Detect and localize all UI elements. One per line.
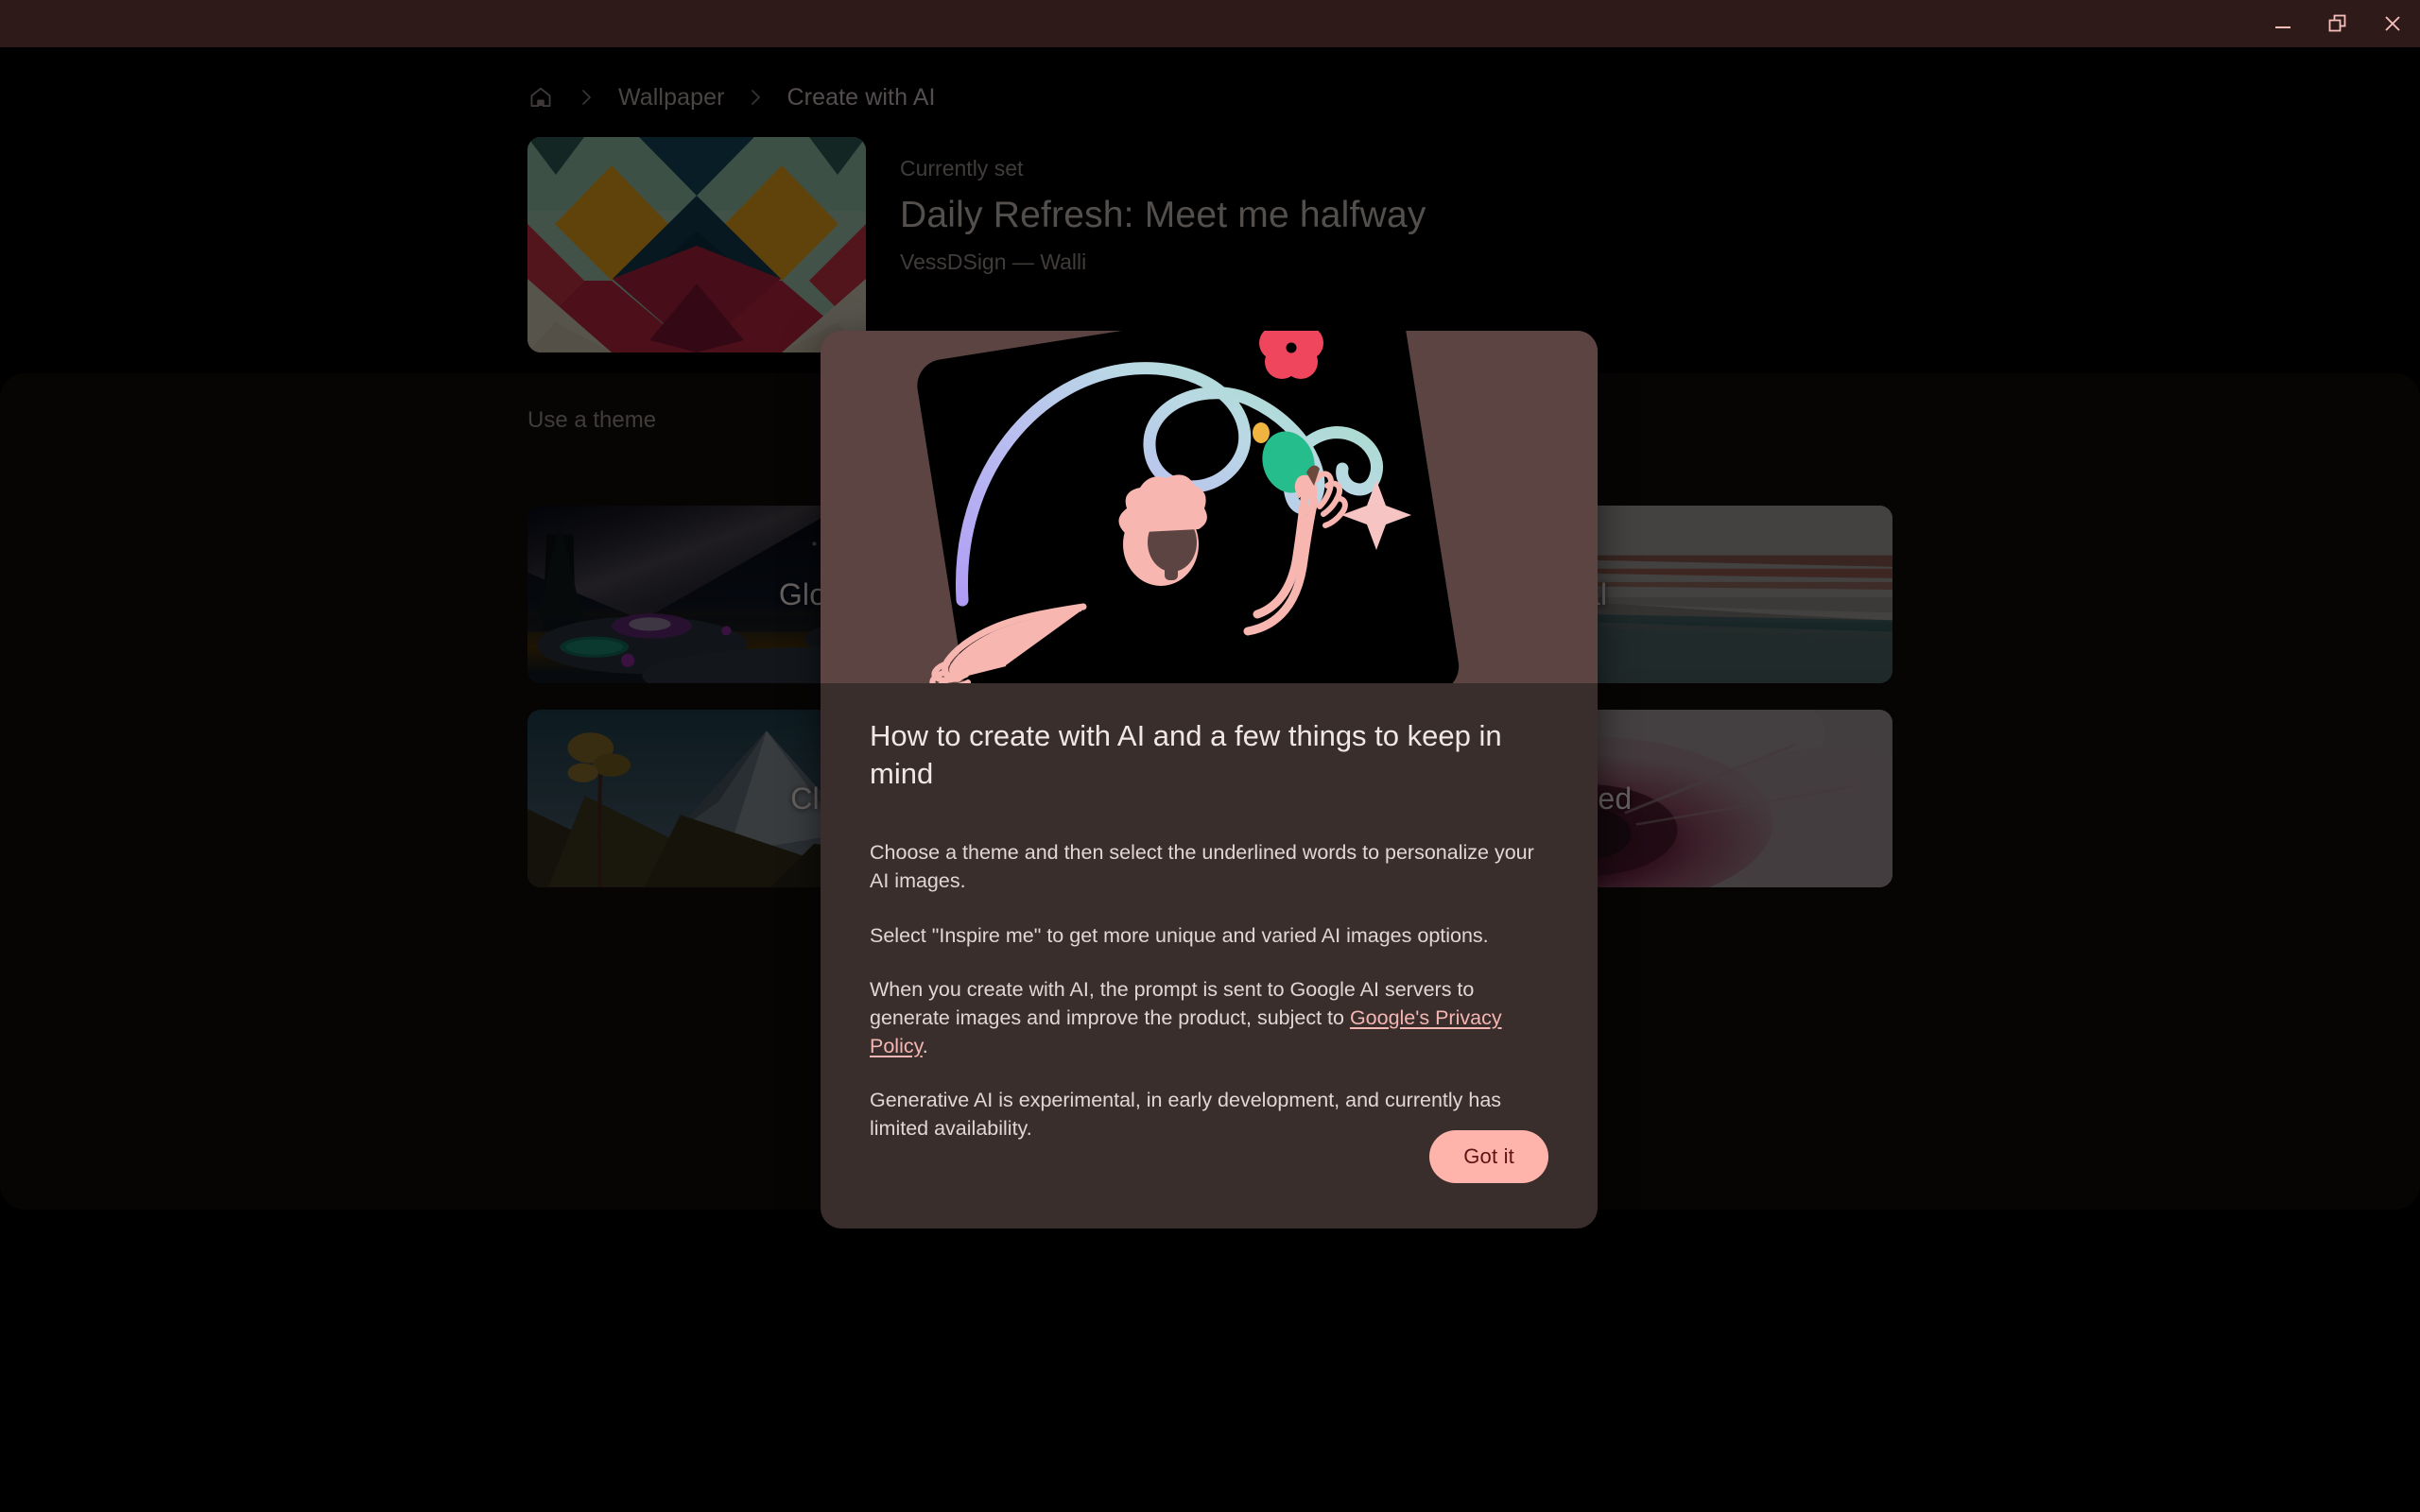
close-button[interactable] (2365, 0, 2420, 47)
minimize-button[interactable] (2256, 0, 2310, 47)
dialog-paragraph-3-after: . (922, 1034, 928, 1057)
dialog-paragraph-1: Choose a theme and then select the under… (870, 841, 1534, 892)
restore-window-button[interactable] (2310, 0, 2365, 47)
create-with-ai-info-dialog: How to create with AI and a few things t… (821, 331, 1598, 1228)
dialog-illustration (821, 331, 1598, 683)
dialog-paragraph-3: When you create with AI, the prompt is s… (870, 976, 1541, 1060)
dialog-body: How to create with AI and a few things t… (821, 683, 1598, 1143)
got-it-button[interactable]: Got it (1429, 1130, 1548, 1183)
dialog-actions: Got it (1429, 1130, 1548, 1183)
window-titlebar (0, 0, 2420, 47)
wallpaper-picker-app: Wallpaper Create with AI (0, 0, 2420, 1512)
dialog-paragraph-2: Select "Inspire me" to get more unique a… (870, 923, 1489, 947)
dialog-title: How to create with AI and a few things t… (870, 719, 1502, 790)
page-content: Wallpaper Create with AI (0, 47, 2420, 1512)
